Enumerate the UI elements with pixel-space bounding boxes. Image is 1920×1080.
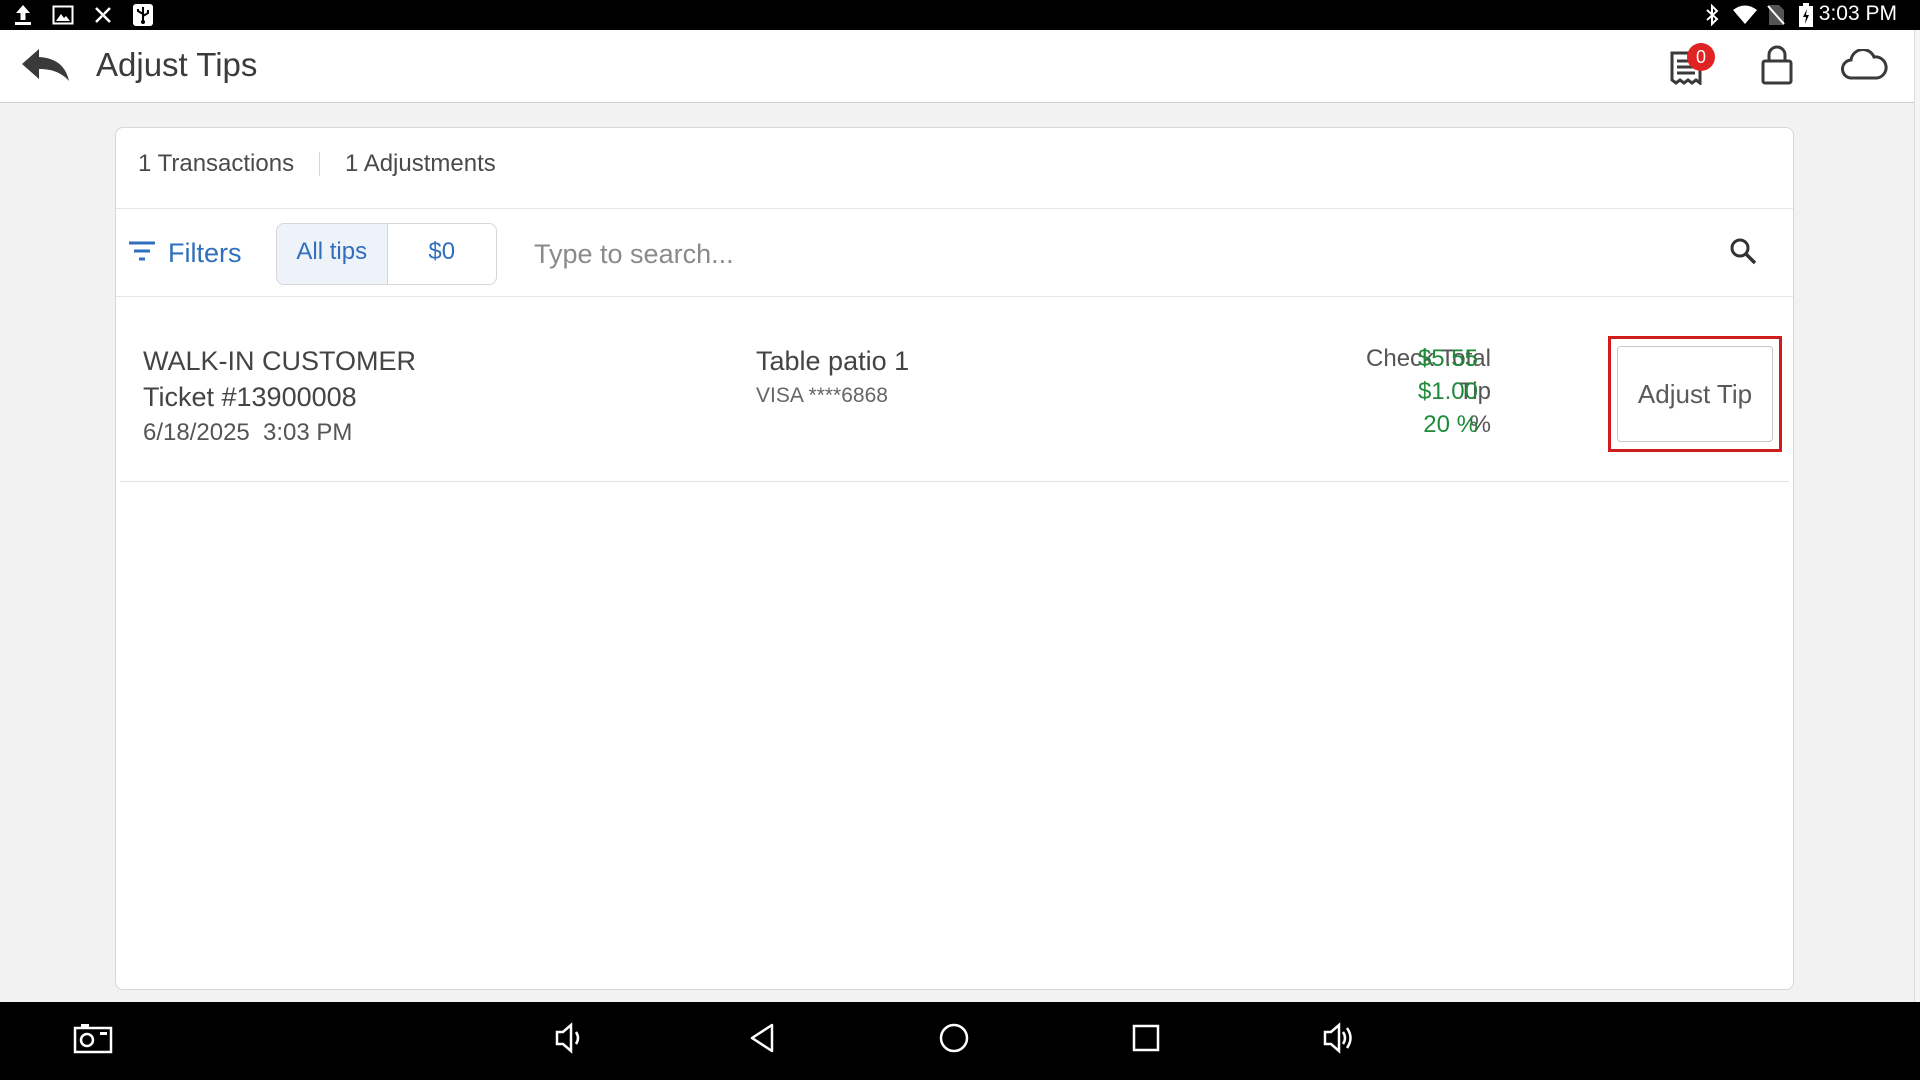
volume-down-icon [554, 1021, 584, 1059]
search-input[interactable] [532, 228, 1696, 280]
back-icon [748, 1022, 778, 1059]
tip-value: $1.00 [1417, 378, 1478, 405]
page-title: Adjust Tips [96, 46, 258, 83]
recents-icon [1131, 1023, 1161, 1058]
lock-button[interactable] [1747, 42, 1807, 92]
image-icon [50, 3, 76, 27]
status-bar: 3:03 PM [0, 0, 1920, 30]
divider [116, 208, 1793, 209]
back-button[interactable] [15, 42, 75, 92]
status-time: 3:03 PM [1818, 2, 1897, 25]
back-arrow-icon [19, 45, 71, 90]
filters-label: Filters [168, 237, 242, 268]
lock-icon [1760, 45, 1794, 90]
transaction-date: 6/18/2025 [143, 419, 250, 446]
transactions-card: 1 Transactions 1 Adjustments Filters All… [115, 127, 1794, 990]
table-name: Table patio 1 [756, 346, 910, 376]
screenshot-button[interactable] [65, 1014, 121, 1066]
upload-icon [10, 3, 36, 27]
nav-back-button[interactable] [735, 1014, 791, 1066]
home-icon [938, 1022, 970, 1059]
cloud-icon [1840, 47, 1888, 86]
receipt-count-badge: 0 [1687, 43, 1715, 71]
scrollbar-track[interactable] [1914, 30, 1920, 1002]
cloud-sync-button[interactable] [1834, 42, 1894, 92]
adjustments-count: 1 Adjustments [345, 150, 496, 177]
screenshot-icon [73, 1022, 113, 1059]
wifi-icon [1730, 3, 1760, 27]
transaction-row[interactable]: WALK-IN CUSTOMER Ticket #13900008 6/18/2… [120, 298, 1789, 482]
filters-button[interactable]: Filters [128, 228, 242, 278]
summary-divider [319, 152, 320, 176]
customer-name: WALK-IN CUSTOMER [143, 346, 417, 376]
filter-icon [128, 238, 156, 269]
transactions-count: 1 Transactions [138, 150, 295, 177]
usb-icon [130, 3, 156, 27]
home-button[interactable] [926, 1014, 982, 1066]
app-header: Adjust Tips 0 [0, 30, 1914, 103]
search-icon [1728, 236, 1758, 271]
no-sim-icon [1764, 3, 1788, 27]
search-button[interactable] [1723, 233, 1763, 273]
transaction-time: 3:03 PM [263, 419, 353, 446]
volume-up-icon [1322, 1021, 1356, 1059]
check-total-value: $5.55 [1417, 345, 1478, 372]
card-info: VISA ****6868 [756, 384, 888, 407]
toggle-zero-tips[interactable]: $0 [388, 224, 497, 284]
ticket-number: Ticket #13900008 [143, 382, 357, 412]
volume-up-button[interactable] [1311, 1014, 1367, 1066]
no-signal-icon [90, 3, 116, 27]
toggle-all-tips[interactable]: All tips [277, 224, 388, 284]
adjust-tip-button[interactable]: Adjust Tip [1617, 346, 1773, 442]
divider [116, 296, 1793, 297]
navigation-bar [0, 1002, 1920, 1080]
volume-down-button[interactable] [541, 1014, 597, 1066]
bluetooth-icon [1700, 3, 1724, 27]
percent-value: 20 % [1423, 411, 1478, 438]
tip-filter-toggle: All tips $0 [276, 223, 497, 285]
recents-button[interactable] [1118, 1014, 1174, 1066]
battery-charging-icon [1796, 3, 1816, 27]
